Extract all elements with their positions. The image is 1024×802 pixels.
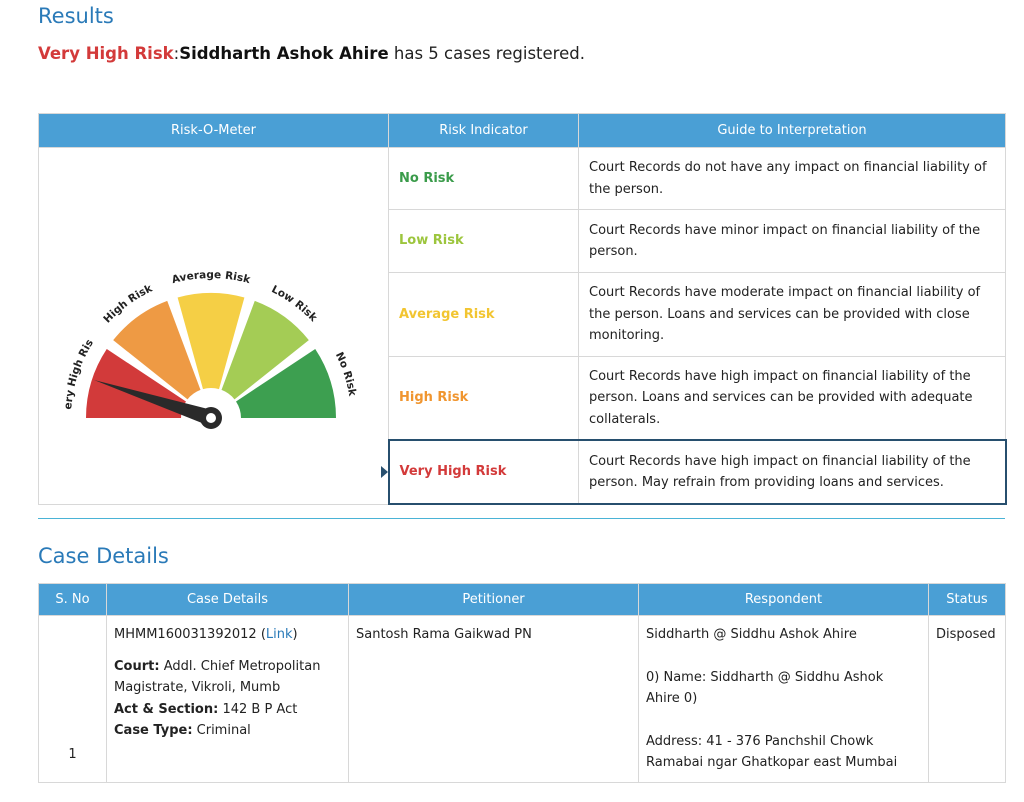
indicator-very-high-risk: Very High Risk <box>380 439 579 505</box>
header-respondent: Respondent <box>638 583 929 616</box>
case-type: Case Type: Criminal <box>114 720 341 742</box>
case-number: MHMM160031392012 <box>114 627 257 642</box>
header-case-details: Case Details <box>106 583 349 616</box>
case-row: 1 MHMM160031392012 (Link) Court: Addl. C… <box>38 615 1006 783</box>
header-guide: Guide to Interpretation <box>578 113 1006 148</box>
respondent-address: Address: 41 - 376 Panchshil Chowk Ramaba… <box>646 733 898 771</box>
risk-o-meter: Very High RiskHigh RiskAverage RiskLow R… <box>35 139 389 505</box>
guide-average-risk: Court Records have moderate impact on fi… <box>578 271 1006 357</box>
selected-arrow-icon <box>380 466 388 479</box>
guide-no-risk: Court Records do not have any impact on … <box>578 146 1006 211</box>
guide-low-risk: Court Records have minor impact on finan… <box>578 209 1006 273</box>
case-respondent: Siddharth @ Siddhu Ashok Ahire 0) Name: … <box>638 615 929 783</box>
court-label: Court: <box>114 658 160 674</box>
risk-row-no-risk: Very High Risk High RiskAverage RiskLow R… <box>35 139 1006 505</box>
respondent-detail: 0) Name: Siddharth @ Siddhu Ashok Ahire … <box>646 669 884 707</box>
case-number-line: MHMM160031392012 (Link) <box>114 624 341 646</box>
guide-very-high-risk: Court Records have high impact on financ… <box>578 439 1007 505</box>
header-sno: S. No <box>38 583 107 616</box>
gauge-pivot-center <box>206 413 216 423</box>
risk-table-header: Risk-O-Meter Risk Indicator Guide to Int… <box>38 113 1006 148</box>
case-court: Court: Addl. Chief Metropolitan Magistra… <box>114 656 341 699</box>
case-details-cell: MHMM160031392012 (Link) Court: Addl. Chi… <box>106 615 349 783</box>
indicator-low-risk: Low Risk <box>388 209 579 273</box>
header-risk-o-meter: Risk-O-Meter <box>38 113 389 148</box>
risk-table: Risk-O-Meter Risk Indicator Guide to Int… <box>35 113 1007 505</box>
indicator-no-risk: No Risk <box>388 146 579 211</box>
case-details-heading: Case Details <box>38 544 169 568</box>
case-table-header: S. No Case Details Petitioner Respondent… <box>38 583 1006 616</box>
link-open: ( <box>256 627 266 642</box>
indicator-average-risk: Average Risk <box>388 271 579 357</box>
act-label: Act & Section: <box>114 701 219 717</box>
summary-case-count: has 5 cases registered. <box>388 44 585 63</box>
guide-high-risk: Court Records have high impact on financ… <box>578 355 1006 441</box>
case-status: Disposed <box>928 615 1006 783</box>
header-petitioner: Petitioner <box>348 583 639 616</box>
summary-person-name: Siddharth Ashok Ahire <box>179 44 389 63</box>
section-divider <box>38 518 1005 519</box>
header-risk-indicator: Risk Indicator <box>388 113 579 148</box>
respondent-name: Siddharth @ Siddhu Ashok Ahire <box>646 627 857 642</box>
case-sno: 1 <box>38 615 107 783</box>
results-heading: Results <box>38 4 114 28</box>
type-value: Criminal <box>192 723 251 738</box>
case-table: S. No Case Details Petitioner Respondent… <box>38 583 1006 783</box>
header-status: Status <box>928 583 1006 616</box>
summary-risk-label: Very High Risk <box>38 44 174 63</box>
type-label: Case Type: <box>114 723 193 738</box>
indicator-high-risk: High Risk <box>388 355 579 441</box>
risk-gauge: Very High RiskHigh RiskAverage RiskLow R… <box>35 139 358 447</box>
link-close: ) <box>292 627 298 642</box>
act-value: 142 B P Act <box>218 701 298 717</box>
case-petitioner: Santosh Rama Gaikwad PN <box>348 615 639 783</box>
case-act: Act & Section: 142 B P Act <box>114 699 341 721</box>
case-link[interactable]: Link <box>266 627 293 642</box>
indicator-very-high-risk-label: Very High Risk <box>399 464 507 480</box>
risk-summary: Very High Risk:Siddharth Ashok Ahire has… <box>38 44 585 63</box>
